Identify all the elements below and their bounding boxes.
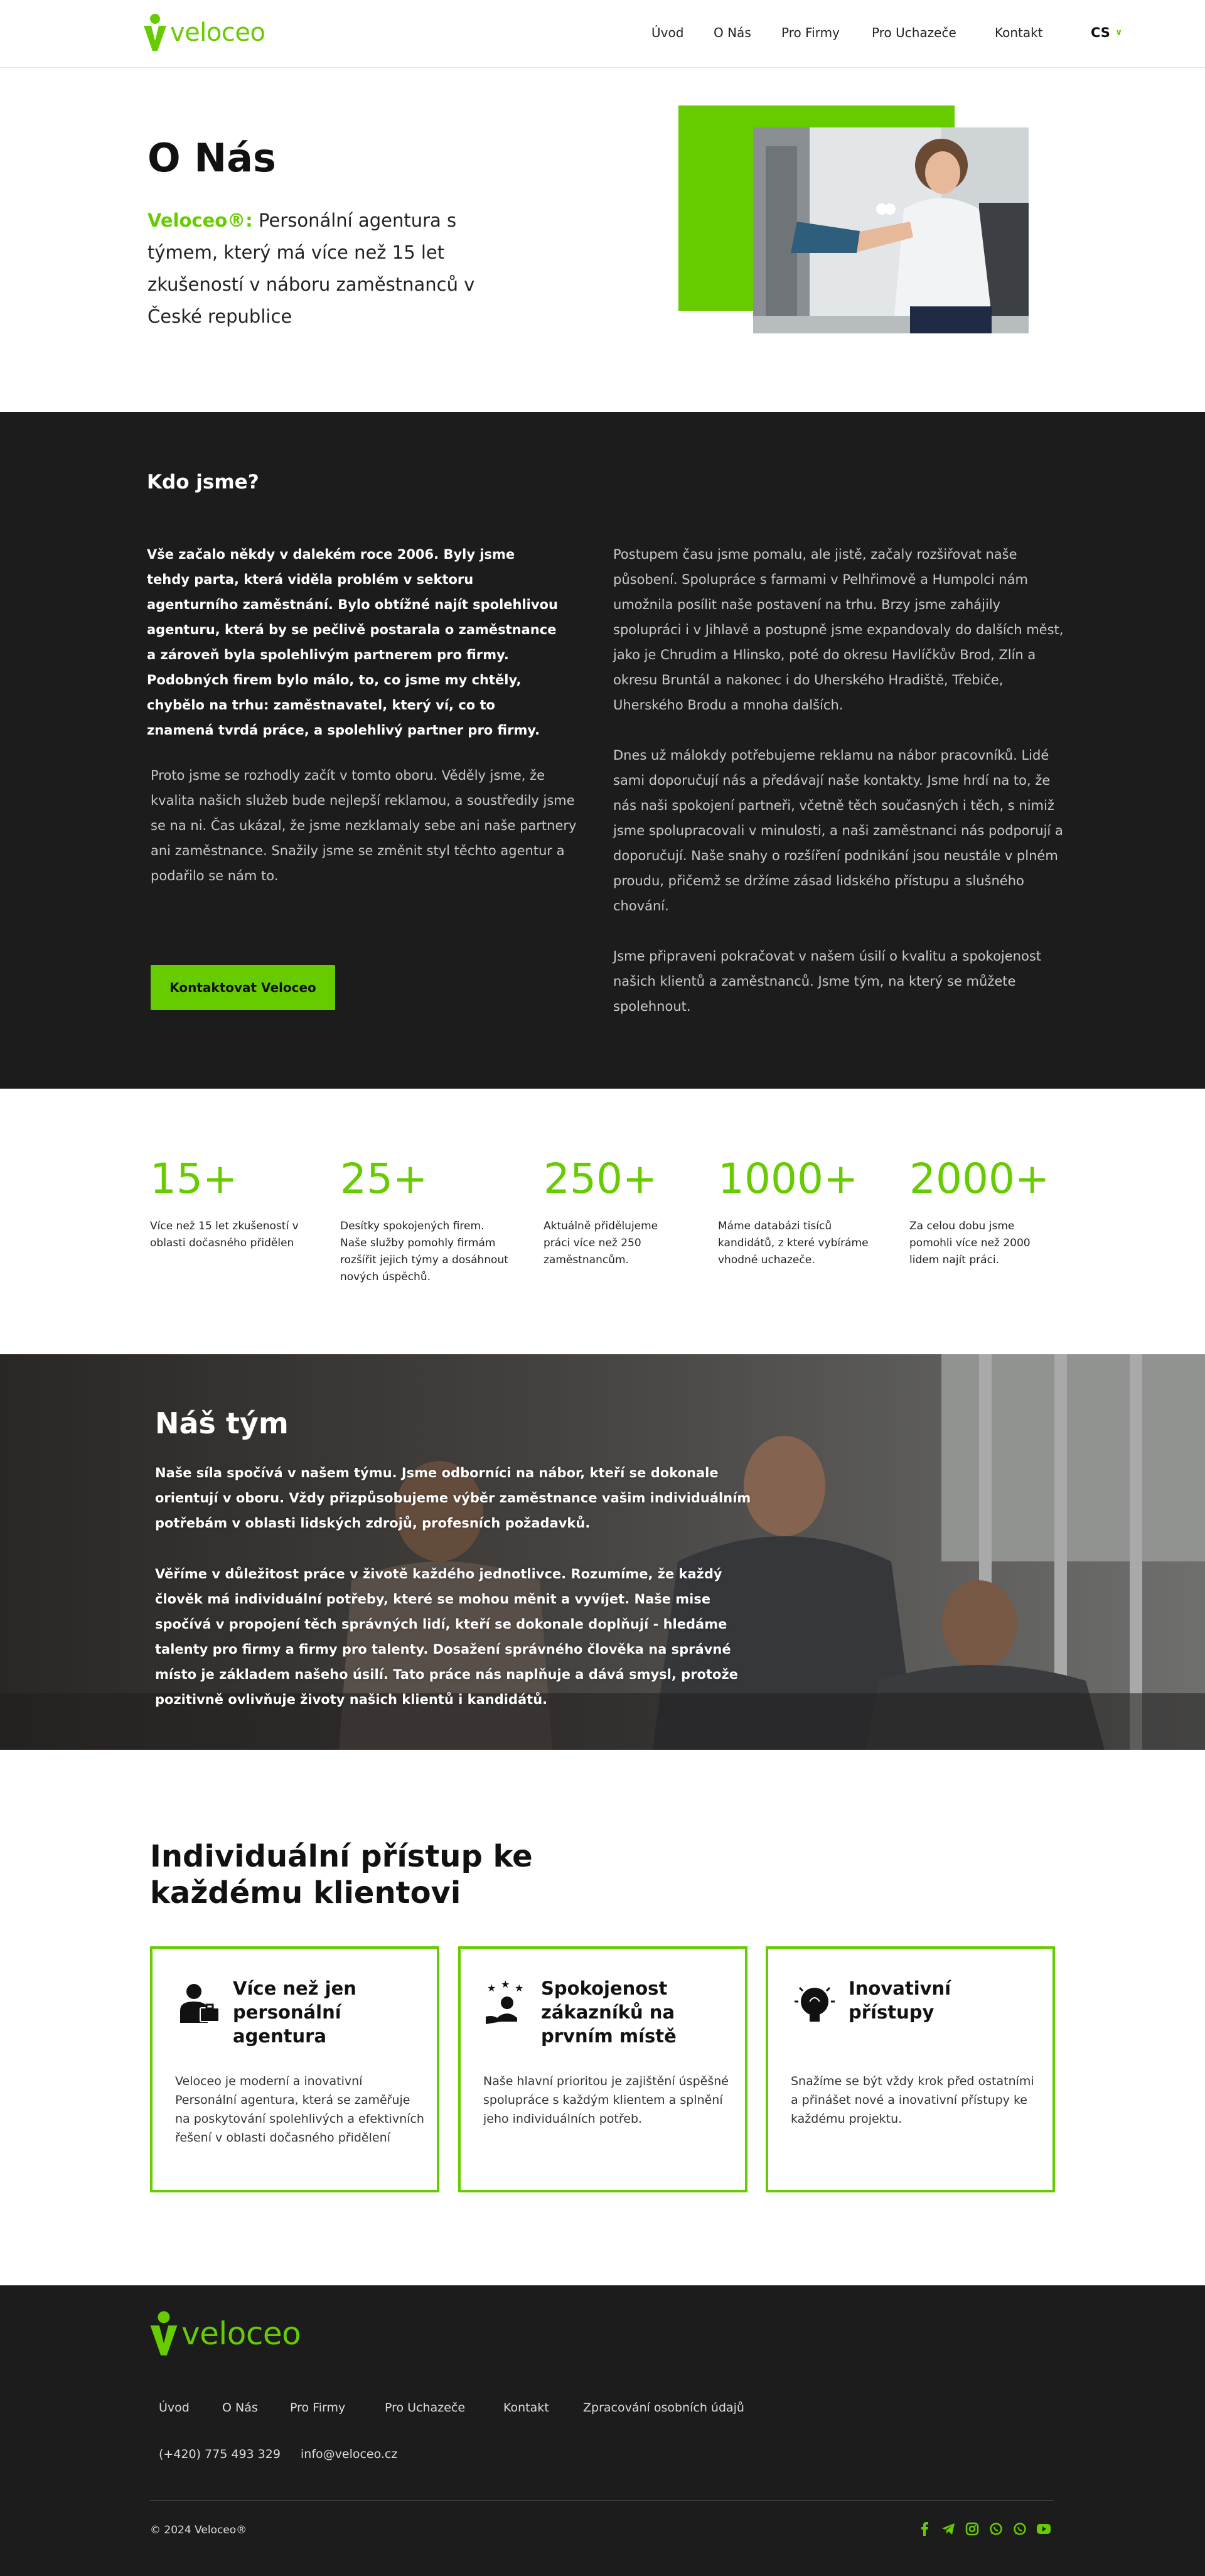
footer-divider: [150, 2500, 1054, 2501]
stat-description: Aktuálně přidělujeme práci více než 250 …: [544, 1220, 658, 1266]
svg-text:★: ★: [487, 1982, 496, 1994]
about-title: Kdo jsme?: [147, 471, 259, 493]
card-title: Spokojenost zákazníků na prvním místě: [541, 1978, 677, 2047]
veloceo-logo[interactable]: veloceo: [142, 13, 265, 53]
stat-item: 250+ Aktuálně přidělujeme práci více než…: [544, 1154, 678, 1269]
card-text: Naše hlavní prioritou je zajištění úspěš…: [483, 2074, 729, 2126]
team-text-2: Věříme v důležitost práce v životě každé…: [155, 1566, 738, 1707]
instagram-icon[interactable]: [965, 2521, 980, 2536]
telegram-icon[interactable]: [941, 2521, 956, 2536]
nav-item-o-nas[interactable]: O Nás: [714, 25, 751, 40]
stat-number: 250+: [544, 1155, 658, 1203]
whatsapp-icon[interactable]: [988, 2521, 1004, 2536]
footer-link-pro-firmy[interactable]: Pro Firmy: [290, 2401, 345, 2415]
svg-text:★: ★: [515, 1982, 523, 1994]
footer-link-pro-uchazece[interactable]: Pro Uchazeče: [385, 2401, 465, 2415]
stat-item: 25+ Desítky spokojených firem. Naše služ…: [340, 1154, 510, 1286]
about-right-text-1: Postupem času jsme pomalu, ale jistě, za…: [613, 547, 1064, 713]
footer-link-kontakt[interactable]: Kontakt: [503, 2401, 549, 2415]
card-text: Snažíme se být vždy krok před ostatními …: [791, 2074, 1034, 2126]
chevron-down-icon: ∨: [1115, 28, 1123, 38]
stat-number: 2000+: [909, 1155, 1050, 1203]
logo-text: veloceo: [170, 18, 265, 47]
footer-logo-text: veloceo: [181, 2315, 301, 2352]
team-title: Náš tým: [155, 1406, 289, 1440]
footer-email[interactable]: info@veloceo.cz: [301, 2447, 397, 2461]
lightbulb-brain-icon: [791, 1980, 838, 2028]
footer-copyright: © 2024 Veloceo®: [150, 2524, 247, 2536]
logo-mark-icon: [144, 14, 166, 51]
footer-phone[interactable]: (+420) 775 493 329: [159, 2447, 281, 2461]
footer-social-links: [917, 2521, 1051, 2536]
stat-description: Desítky spokojených firem. Naše služby p…: [340, 1220, 508, 1283]
language-label: CS: [1091, 25, 1110, 40]
svg-text:★: ★: [501, 1980, 510, 1990]
approach-title: Individuální přístup ke každému klientov…: [150, 1839, 533, 1910]
contact-veloceo-button[interactable]: Kontaktovat Veloceo: [151, 965, 335, 1010]
footer-logo[interactable]: veloceo: [149, 2310, 301, 2357]
facebook-icon[interactable]: [917, 2521, 932, 2536]
card-title: Více než jen personální agentura: [233, 1978, 356, 2047]
approach-card: ★ ★ ★ Spokojenost zákazníků na prvním mí…: [458, 1946, 747, 2192]
about-right-text-2: Dnes už málokdy potřebujeme reklamu na n…: [613, 748, 1063, 913]
about-left-text: Proto jsme se rozhodly začít v tomto obo…: [151, 768, 577, 883]
nav-item-pro-firmy[interactable]: Pro Firmy: [781, 25, 840, 40]
stat-description: Více než 15 let zkušeností v oblasti doč…: [150, 1220, 299, 1249]
card-text: Veloceo je moderní a inovativní Personál…: [175, 2074, 424, 2145]
about-right-text-3: Jsme připraveni pokračovat v našem úsilí…: [613, 949, 1042, 1014]
stat-item: 15+ Více než 15 let zkušeností v oblasti…: [150, 1154, 313, 1252]
nav-item-kontakt[interactable]: Kontakt: [995, 25, 1043, 40]
businessman-icon: [175, 1980, 223, 2028]
footer-link-uvod[interactable]: Úvod: [159, 2401, 190, 2415]
footer-link-o-nas[interactable]: O Nás: [222, 2401, 258, 2415]
stat-description: Máme databázi tisíců kandidátů, z které …: [718, 1220, 869, 1266]
team-text-1: Naše síla spočívá v našem týmu. Jsme odb…: [155, 1465, 751, 1531]
nav-item-uvod[interactable]: Úvod: [651, 25, 683, 40]
youtube-icon[interactable]: [1036, 2521, 1051, 2536]
stat-number: 25+: [340, 1155, 428, 1203]
about-right-column: Postupem času jsme pomalu, ale jistě, za…: [613, 542, 1065, 1019]
card-title: Inovativní přístupy: [849, 1978, 951, 2023]
whatsapp-business-icon[interactable]: [1012, 2521, 1027, 2536]
approach-card: Více než jen personální agentura Veloceo…: [150, 1946, 439, 2192]
stat-item: 1000+ Máme databázi tisíců kandidátů, z …: [718, 1154, 887, 1269]
about-intro-text: Vše začalo někdy v dalekém roce 2006. By…: [147, 547, 558, 738]
hero-handshake-image: [753, 127, 1029, 333]
language-selector[interactable]: CS ∨: [1091, 25, 1122, 40]
logo-mark-icon: [150, 2311, 178, 2356]
footer-link-gdpr[interactable]: Zpracování osobních údajů: [583, 2401, 744, 2415]
top-navigation: veloceo Úvod O Nás Pro Firmy Pro Uchazeč…: [0, 0, 1205, 68]
satisfied-customers-icon: ★ ★ ★: [483, 1978, 531, 2028]
approach-card: Inovativní přístupy Snažíme se být vždy …: [766, 1946, 1055, 2192]
nav-item-pro-uchazece[interactable]: Pro Uchazeče: [872, 25, 956, 40]
page-title: O Nás: [147, 135, 276, 181]
stat-item: 2000+ Za celou dobu jsme pomohli více ne…: [909, 1154, 1054, 1269]
hero-brand: Veloceo®:: [147, 210, 253, 231]
stat-number: 1000+: [718, 1155, 859, 1203]
hero-subtitle: Veloceo®: Personální agentura s týmem, k…: [147, 205, 524, 333]
stat-number: 15+: [150, 1155, 238, 1203]
stat-description: Za celou dobu jsme pomohli více než 2000…: [909, 1220, 1031, 1266]
